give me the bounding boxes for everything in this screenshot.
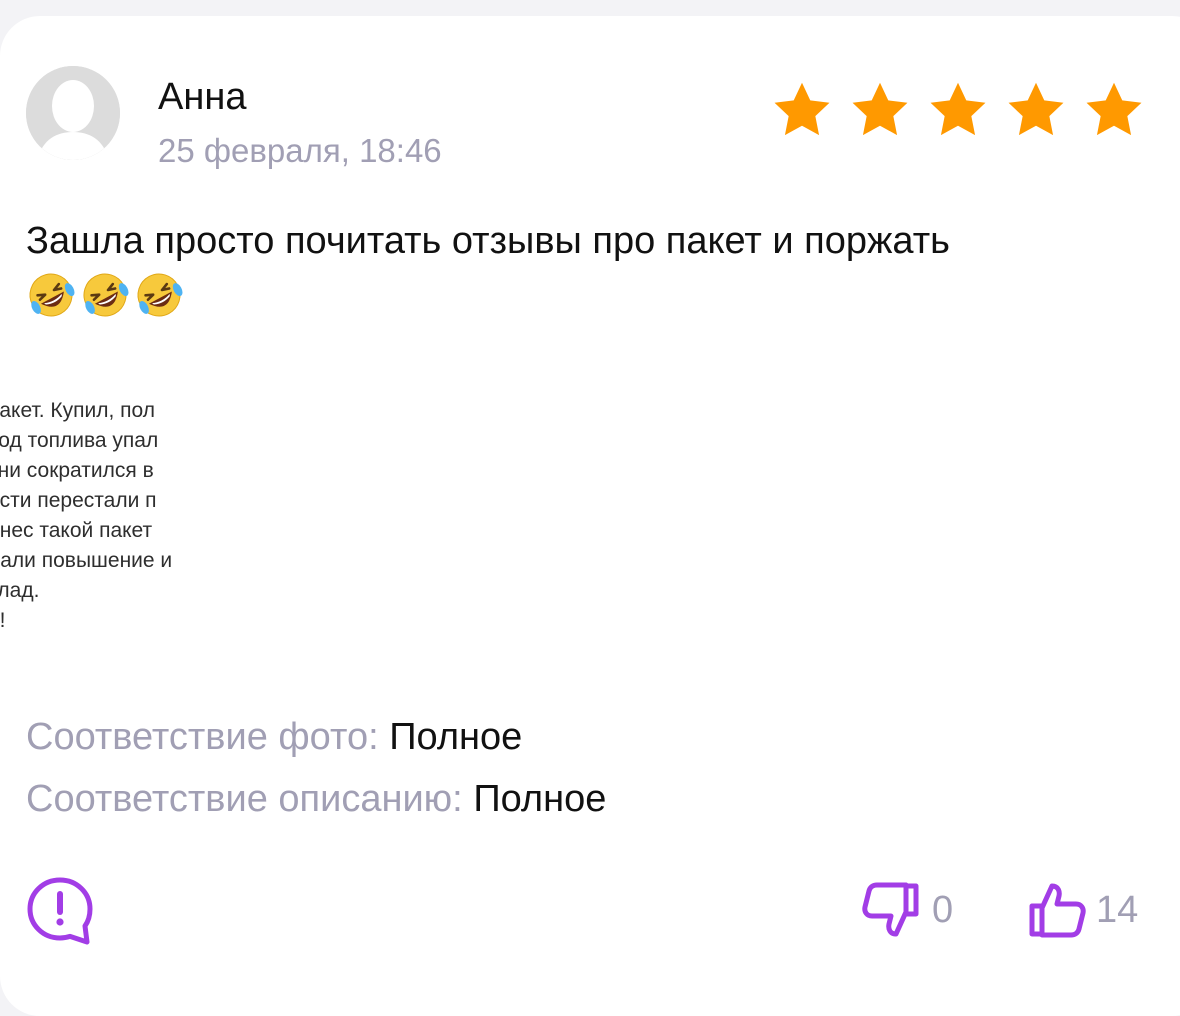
- rating-stars: [770, 78, 1146, 142]
- user-silhouette-icon: [26, 66, 120, 160]
- photo-text-line: ости перестали п: [0, 489, 157, 512]
- description-match-value: Полное: [473, 778, 607, 820]
- photo-text-line: клад.: [0, 579, 40, 602]
- thumbs-up-icon: [1029, 883, 1086, 938]
- like-count: 14: [1096, 888, 1139, 931]
- photo-text-line: тни сократился в: [0, 459, 154, 482]
- star-icon: [1086, 82, 1142, 136]
- review-text: Зашла просто почитать отзывы про пакет и…: [26, 220, 950, 262]
- photo-text-line: инес такой пакет: [0, 519, 153, 542]
- rolling-on-floor-laughing-icon: [137, 273, 183, 317]
- review-date: 25 февраля, 18:46: [158, 132, 442, 169]
- avatar: [26, 66, 120, 160]
- photo-match-value: Полное: [389, 716, 523, 758]
- photo-text: пакет. Купил, пол ход топлива упал тни с…: [0, 396, 172, 636]
- author-name: Анна: [158, 76, 247, 118]
- photo-match-label: Соответствие фото:: [26, 716, 379, 758]
- exclamation-bubble-icon: [27, 877, 93, 945]
- star-icon: [1008, 82, 1064, 136]
- photo-match-row: Соответствие фото: Полное: [26, 716, 522, 759]
- review-photo-thumbnail[interactable]: пакет. Купил, пол ход топлива упал тни с…: [0, 378, 252, 664]
- photo-text-line: дали повышение и: [0, 549, 173, 572]
- dislike-button[interactable]: 0: [860, 878, 953, 942]
- like-button[interactable]: 14: [1024, 878, 1138, 942]
- rolling-on-floor-laughing-icon: [29, 273, 75, 317]
- photo-text-line: о!: [0, 609, 6, 632]
- star-icon: [774, 82, 830, 136]
- report-review-button[interactable]: [24, 874, 96, 946]
- star-icon: [852, 82, 908, 136]
- dislike-count: 0: [932, 888, 954, 931]
- review-body: Зашла просто почитать отзывы про пакет и…: [26, 214, 1156, 320]
- photo-text-line: пакет. Купил, пол: [0, 399, 156, 422]
- emoji-row: [26, 270, 1156, 320]
- thumbs-down-icon: [862, 882, 919, 937]
- description-match-row: Соответствие описанию: Полное: [26, 778, 606, 821]
- photo-text-line: ход топлива упал: [0, 429, 159, 452]
- star-icon: [930, 82, 986, 136]
- rolling-on-floor-laughing-icon: [83, 273, 129, 317]
- review-card: Анна 25 февраля, 18:46 Зашла просто почи…: [0, 16, 1180, 1016]
- description-match-label: Соответствие описанию:: [26, 778, 463, 820]
